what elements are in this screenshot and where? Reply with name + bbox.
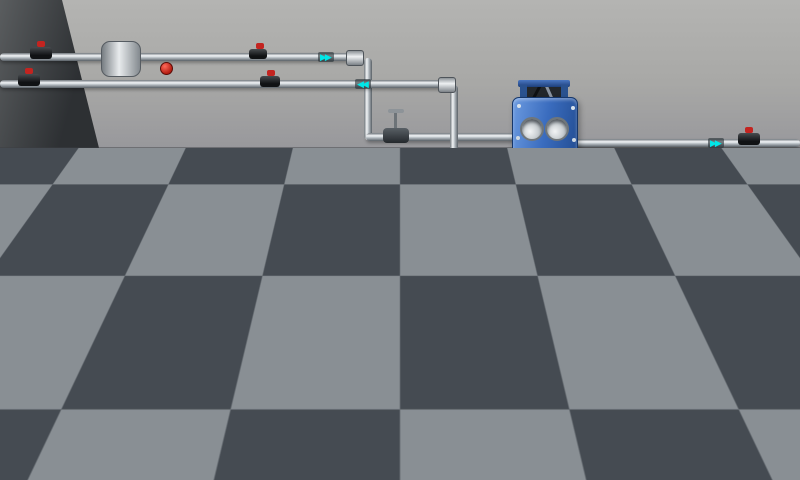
return-strainer[interactable]	[756, 293, 776, 325]
hx-bottom-port	[546, 185, 567, 206]
ball-valve[interactable]	[30, 47, 52, 59]
flow-arrow-left-icon: ◀◀	[489, 295, 505, 305]
primary-return-pipe	[0, 80, 444, 88]
circulation-pump-1[interactable]	[415, 200, 479, 292]
pump-indicator	[256, 328, 267, 346]
hmi-heat-exchange-station-screen: ▶▶ ◀◀ ▶▶ ◀◀ ◀◀ ◀◀ ▶▶	[0, 0, 800, 480]
pump-motor	[434, 204, 460, 236]
secondary-supply-valve[interactable]	[738, 133, 760, 145]
secondary-return-pipe	[146, 296, 800, 304]
tank-branch-valve[interactable]	[540, 310, 553, 323]
flow-arrow-right-icon: ▶▶	[708, 138, 724, 148]
wall-floor-edge	[0, 147, 800, 149]
flow-arrow-right-icon: ▶▶	[318, 52, 334, 62]
flow-arrow-left-icon: ◀◀	[516, 328, 532, 338]
flow-arrow-left-icon: ◀◀	[355, 79, 371, 89]
pipe-flange	[438, 77, 456, 93]
ball-valve[interactable]	[249, 49, 267, 59]
pump-volute	[241, 356, 281, 376]
hx-mount-pad	[554, 217, 609, 231]
pump-volute	[426, 250, 468, 272]
pump-indicator	[512, 206, 523, 224]
tank-shadow	[0, 424, 190, 454]
makeup-riser-pipe	[609, 302, 612, 390]
circulation-pump-2[interactable]	[485, 196, 549, 288]
hx-bolts	[517, 104, 521, 108]
secondary-supply-pipe	[560, 139, 800, 147]
pipe-flange	[346, 50, 364, 66]
control-valve[interactable]	[383, 128, 409, 143]
hx-outlet-port	[545, 117, 569, 141]
pump-volute	[231, 418, 271, 438]
tank-fill-pipe	[148, 329, 540, 337]
pump-indicator	[246, 387, 257, 405]
ball-valve[interactable]	[18, 74, 40, 86]
pump-motor	[248, 320, 273, 351]
ball-valve[interactable]	[260, 76, 280, 87]
flow-arrow-right-icon: ▶▶	[574, 387, 590, 397]
primary-supply-pipe	[0, 53, 352, 61]
flow-arrow-left-icon: ◀◀	[729, 295, 745, 305]
secondary-return-valve[interactable]	[776, 288, 798, 300]
strainer[interactable]	[101, 41, 141, 77]
tank-outlet-pipe	[138, 387, 202, 395]
primary-supply-drop-pipe	[364, 58, 372, 140]
hx-face-mark	[539, 152, 550, 160]
pipe-flange	[536, 326, 554, 342]
makeup-pipe	[326, 388, 606, 396]
control-valve-handle	[388, 109, 404, 113]
pipe-flange	[600, 385, 618, 401]
makeup-pump-2[interactable]	[222, 374, 282, 462]
pump-indicator	[442, 212, 453, 230]
hx-bottom-port	[521, 185, 542, 206]
hx-inlet-port	[520, 117, 544, 141]
pump-motor	[238, 379, 263, 411]
pump-volute	[496, 244, 538, 266]
drain-valve[interactable]	[160, 62, 173, 75]
